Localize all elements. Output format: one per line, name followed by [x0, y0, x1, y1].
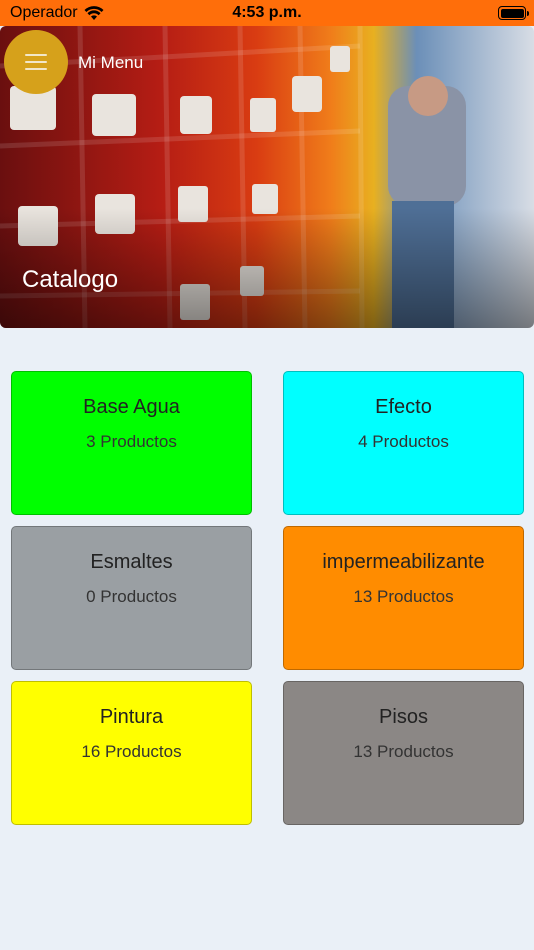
- category-card[interactable]: Efecto 4 Productos: [283, 371, 524, 515]
- category-product-count: 4 Productos: [358, 432, 449, 451]
- category-card[interactable]: impermeabilizante 13 Productos: [283, 526, 524, 670]
- category-card[interactable]: Pintura 16 Productos: [11, 681, 252, 825]
- category-card[interactable]: Pisos 13 Productos: [283, 681, 524, 825]
- category-product-count: 13 Productos: [353, 742, 454, 761]
- battery-level: [500, 8, 524, 18]
- menu-button[interactable]: [4, 30, 68, 94]
- category-name: Pisos: [379, 706, 428, 728]
- status-bar: Operador 4:53 p.m.: [0, 0, 534, 26]
- clock: 4:53 p.m.: [232, 4, 302, 21]
- category-product-count: 0 Productos: [86, 587, 177, 606]
- hamburger-icon: [25, 54, 47, 70]
- category-name: impermeabilizante: [322, 551, 485, 573]
- category-name: Esmaltes: [90, 551, 173, 573]
- page-title: Catalogo: [22, 266, 119, 293]
- category-card[interactable]: Esmaltes 0 Productos: [11, 526, 252, 670]
- category-product-count: 13 Productos: [353, 587, 454, 606]
- category-name: Pintura: [99, 706, 164, 728]
- menu-label[interactable]: Mi Menu: [78, 53, 143, 73]
- category-name: Efecto: [375, 396, 432, 418]
- battery-icon: [498, 6, 529, 20]
- category-card[interactable]: Base Agua 3 Productos: [11, 371, 252, 515]
- category-name: Base Agua: [83, 396, 180, 418]
- category-product-count: 16 Productos: [81, 742, 182, 761]
- category-product-count: 3 Productos: [86, 432, 177, 451]
